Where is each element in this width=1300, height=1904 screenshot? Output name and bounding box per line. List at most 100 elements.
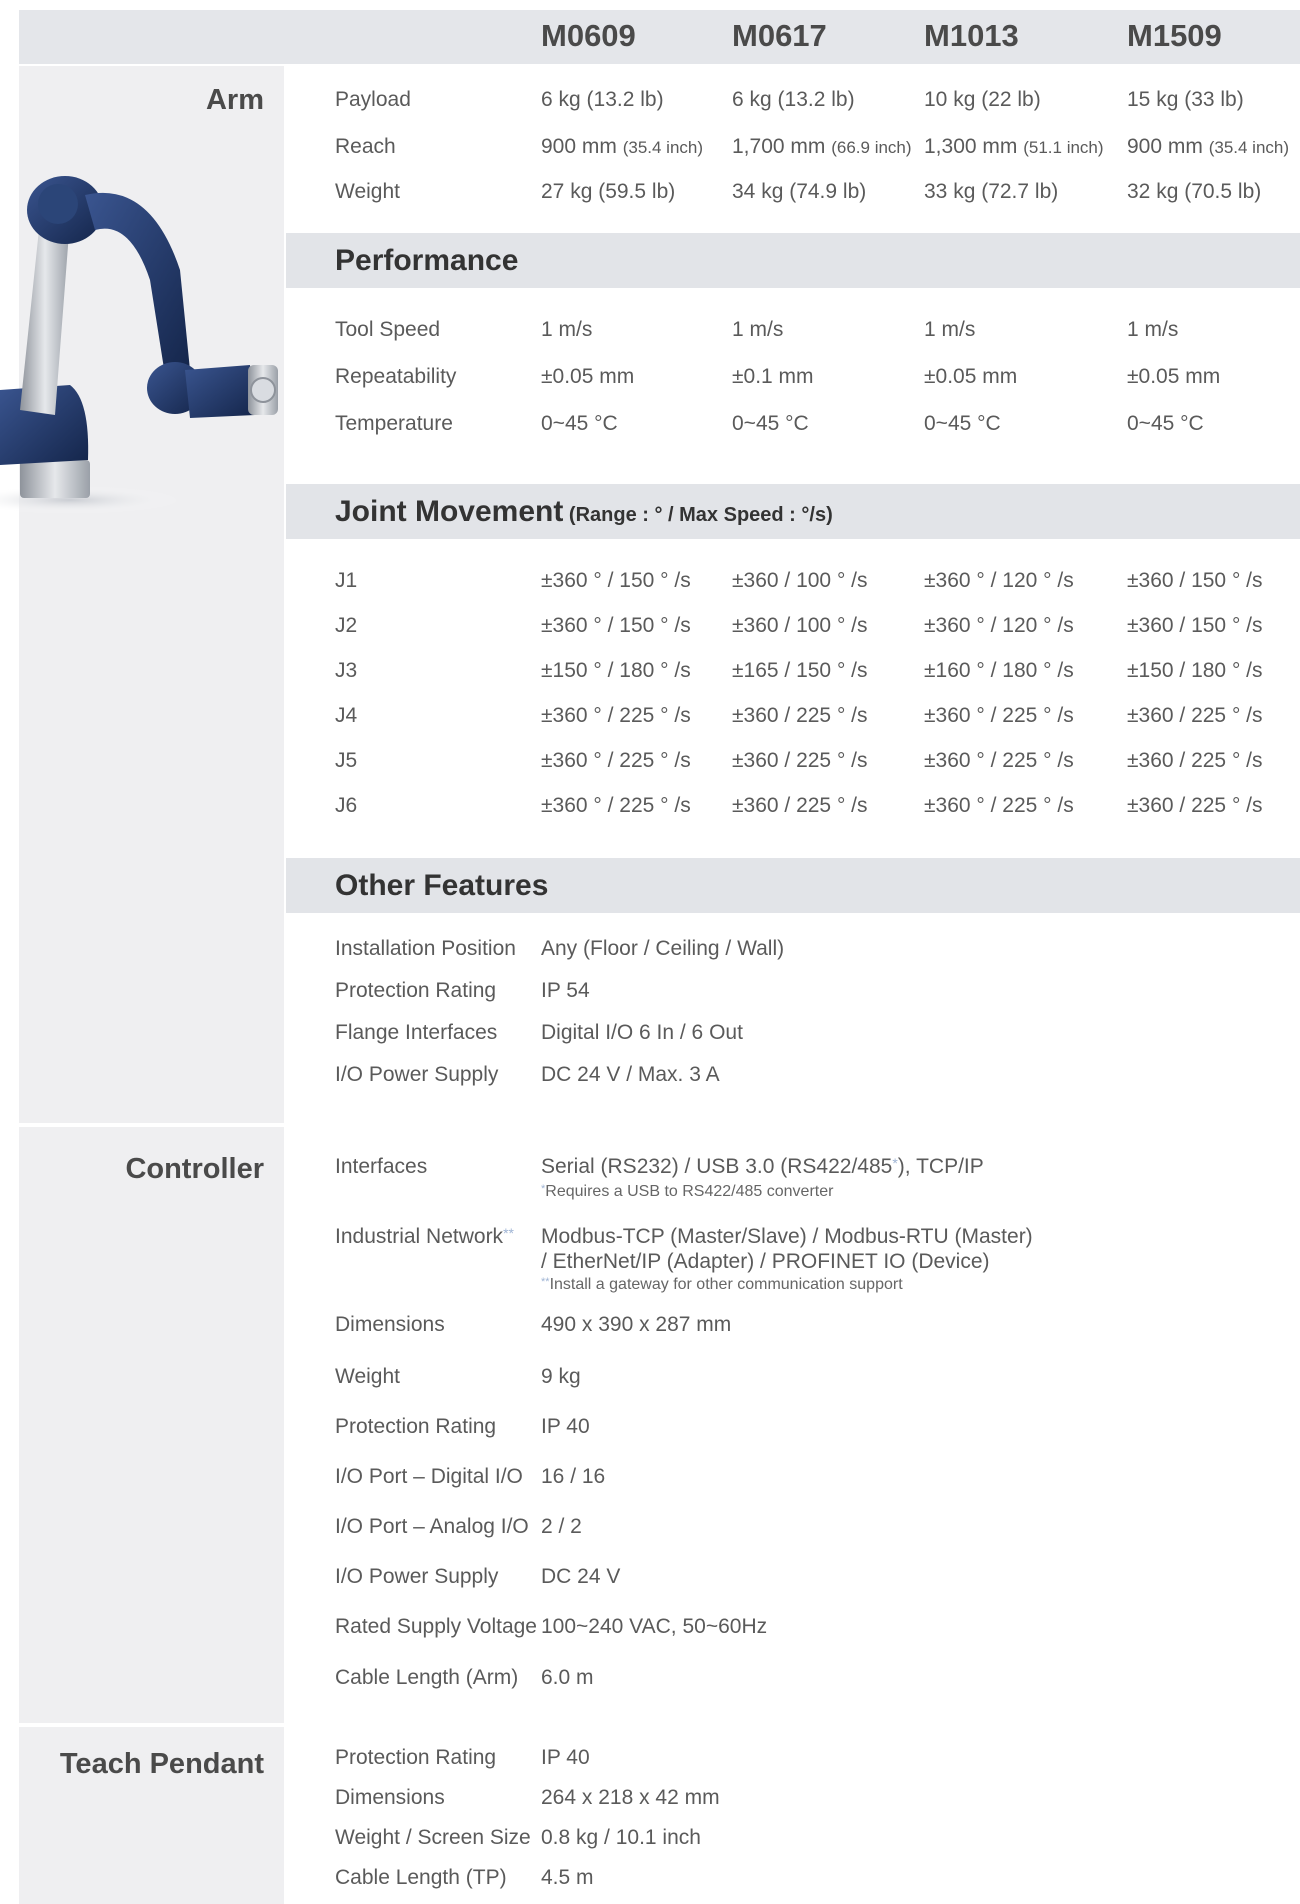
spec-value: 33 kg (72.7 lb) <box>924 180 1059 203</box>
spec-value: 0~45 °C <box>1127 412 1204 435</box>
spec-value: / EtherNet/IP (Adapter) / PROFINET IO (D… <box>541 1250 990 1273</box>
spec-value: ±360 ° / 225 ° /s <box>924 794 1074 817</box>
spec-value: Digital I/O 6 In / 6 Out <box>541 1021 743 1044</box>
spec-value: ±360 ° / 225 ° /s <box>541 749 691 772</box>
spec-label: Cable Length (TP) <box>335 1866 507 1889</box>
spec-label: J2 <box>335 614 358 637</box>
spec-value: 6 kg (13.2 lb) <box>732 88 855 111</box>
spec-value: 2 / 2 <box>541 1515 582 1538</box>
spec-value: ±360 ° / 150 ° /s <box>541 569 691 592</box>
spec-value: ±360 / 150 ° /s <box>1127 569 1263 592</box>
spec-label: Payload <box>335 88 411 111</box>
spec-value: ±360 / 225 ° /s <box>1127 704 1263 727</box>
spec-value: 0.8 kg / 10.1 inch <box>541 1826 701 1849</box>
footnote-text: **Install a gateway for other communicat… <box>541 1276 903 1293</box>
spec-label: Tool Speed <box>335 318 441 341</box>
model-name-m1509: M1509 <box>1127 18 1222 53</box>
spec-label: Cable Length (Arm) <box>335 1666 519 1689</box>
spec-value: ±360 / 150 ° /s <box>1127 614 1263 637</box>
spec-value: ±0.05 mm <box>541 365 635 388</box>
spec-value: 34 kg (74.9 lb) <box>732 180 867 203</box>
spec-value: 900 mm (35.4 inch) <box>1127 135 1290 158</box>
spec-label: Flange Interfaces <box>335 1021 498 1044</box>
footnote-marker: ** <box>503 1225 514 1241</box>
spec-value: IP 54 <box>541 979 590 1002</box>
section-title-joint-movement: Joint Movement (Range : ° / Max Speed : … <box>335 484 833 543</box>
spec-label: Interfaces <box>335 1155 428 1178</box>
spec-value: ±150 / 180 ° /s <box>1127 659 1263 682</box>
footnote-text: *Requires a USB to RS422/485 converter <box>541 1183 834 1200</box>
spec-value: 1,700 mm (66.9 inch) <box>732 135 912 158</box>
spec-value: 6 kg (13.2 lb) <box>541 88 664 111</box>
model-name-m0617: M0617 <box>732 18 827 53</box>
spec-value: 32 kg (70.5 lb) <box>1127 180 1262 203</box>
spec-value: 9 kg <box>541 1365 581 1388</box>
section-subtitle: (Range : ° / Max Speed : °/s) <box>563 504 833 526</box>
spec-value: Any (Floor / Ceiling / Wall) <box>541 937 785 960</box>
spec-value: ±360 / 100 ° /s <box>732 614 868 637</box>
spec-value: ±360 / 225 ° /s <box>1127 794 1263 817</box>
spec-value: ±360 ° / 225 ° /s <box>924 749 1074 772</box>
spec-label: I/O Port – Analog I/O <box>335 1515 529 1538</box>
group-name-arm: Arm <box>205 84 264 116</box>
spec-value: ±360 / 225 ° /s <box>732 704 868 727</box>
spec-value: 1 m/s <box>924 318 976 341</box>
spec-label: Weight <box>335 1365 400 1388</box>
spec-value: 264 x 218 x 42 mm <box>541 1786 720 1809</box>
group-name-controller: Controller <box>125 1153 264 1185</box>
spec-label: Weight <box>335 180 400 203</box>
spec-value: ±360 ° / 150 ° /s <box>541 614 691 637</box>
spec-value: 27 kg (59.5 lb) <box>541 180 676 203</box>
spec-value: 0~45 °C <box>732 412 809 435</box>
spec-label: Weight / Screen Size <box>335 1826 531 1849</box>
section-title-performance: Performance <box>335 244 519 277</box>
spec-value: Serial (RS232) / USB 3.0 (RS422/485*), T… <box>541 1155 984 1178</box>
spec-value: ±150 ° / 180 ° /s <box>541 659 691 682</box>
spec-value: Modbus-TCP (Master/Slave) / Modbus-RTU (… <box>541 1225 1033 1248</box>
spec-label: J3 <box>335 659 358 682</box>
spec-value: IP 40 <box>541 1415 590 1438</box>
spec-label: Repeatability <box>335 365 457 388</box>
section-title-other-features: Other Features <box>335 869 549 902</box>
spec-value: 0~45 °C <box>541 412 618 435</box>
spec-value: ±160 ° / 180 ° /s <box>924 659 1074 682</box>
spec-label: I/O Power Supply <box>335 1063 499 1086</box>
spec-value: ±360 ° / 120 ° /s <box>924 614 1074 637</box>
spec-value: 490 x 390 x 287 mm <box>541 1313 732 1336</box>
spec-label: J4 <box>335 704 358 727</box>
spec-value: ±0.05 mm <box>924 365 1018 388</box>
spec-value: 1 m/s <box>541 318 593 341</box>
model-name-m1013: M1013 <box>924 18 1019 53</box>
spec-value: ±360 ° / 120 ° /s <box>924 569 1074 592</box>
spec-label: Protection Rating <box>335 1415 497 1438</box>
spec-value: 16 / 16 <box>541 1465 606 1488</box>
spec-label: Dimensions <box>335 1313 445 1336</box>
spec-label: Installation Position <box>335 937 516 960</box>
spec-label: Temperature <box>335 412 453 435</box>
spec-value: 900 mm (35.4 inch) <box>541 135 704 158</box>
spec-label: I/O Port – Digital I/O <box>335 1465 523 1488</box>
spec-label: Reach <box>335 135 396 158</box>
spec-value: ±360 ° / 225 ° /s <box>541 794 691 817</box>
spec-label: J1 <box>335 569 358 592</box>
spec-value: DC 24 V <box>541 1565 621 1588</box>
spec-label: Dimensions <box>335 1786 445 1809</box>
spec-label: Industrial Network** <box>335 1225 514 1248</box>
spec-value: 0~45 °C <box>924 412 1001 435</box>
spec-value: IP 40 <box>541 1746 590 1769</box>
spec-value: DC 24 V / Max. 3 A <box>541 1063 720 1086</box>
spec-label: J5 <box>335 749 358 772</box>
spec-value: 6.0 m <box>541 1666 594 1689</box>
model-name-m0609: M0609 <box>541 18 636 53</box>
robot-arm-image <box>0 176 278 514</box>
spec-value: ±0.05 mm <box>1127 365 1221 388</box>
spec-value: ±360 / 225 ° /s <box>732 749 868 772</box>
spec-label: Rated Supply Voltage <box>335 1615 537 1638</box>
controller-group-column <box>19 1127 284 1723</box>
spec-value: 1,300 mm (51.1 inch) <box>924 135 1104 158</box>
model-header-bar <box>19 10 1300 64</box>
spec-value: ±360 ° / 225 ° /s <box>924 704 1074 727</box>
spec-value: ±165 / 150 ° /s <box>732 659 868 682</box>
spec-value: 100~240 VAC, 50~60Hz <box>541 1615 768 1638</box>
section-title-text: Joint Movement <box>335 495 564 528</box>
